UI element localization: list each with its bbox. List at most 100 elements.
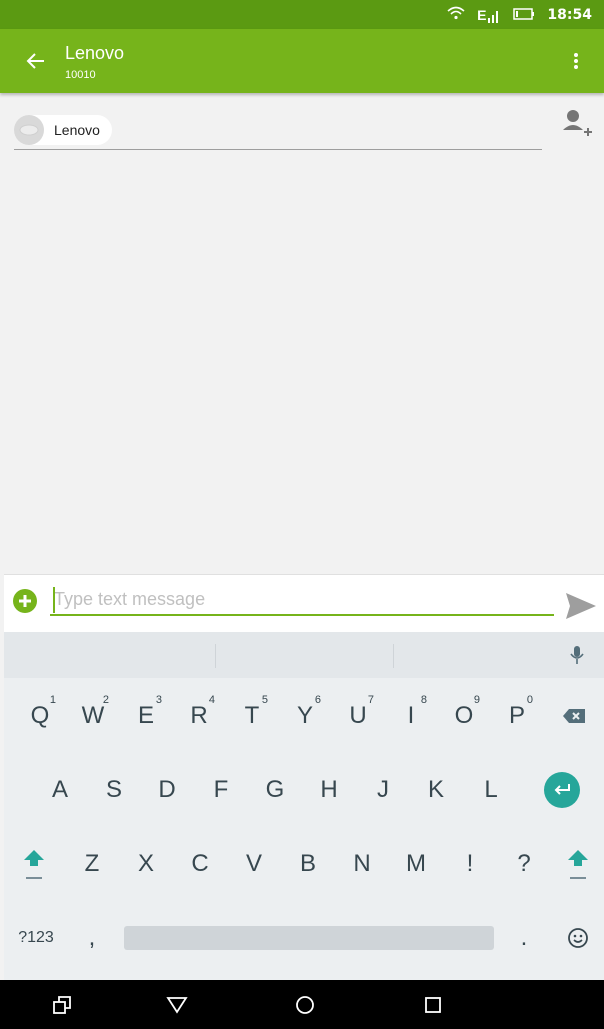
arrow-left-icon [26, 53, 44, 69]
voice-input-button[interactable] [566, 644, 588, 666]
battery-icon [513, 7, 535, 23]
key-label: W [81, 702, 105, 729]
key-r[interactable]: R4 [173, 688, 225, 744]
network-type-label: E [477, 6, 487, 23]
key-hint: 0 [526, 694, 533, 706]
key-hint: 8 [420, 694, 427, 706]
overview-square-icon [425, 996, 441, 1013]
conversation-title: Lenovo [65, 43, 125, 63]
key-w[interactable]: W2 [67, 688, 119, 744]
overflow-menu-button[interactable] [564, 49, 588, 73]
recent-apps-icon [53, 995, 71, 1014]
key-l[interactable]: L [465, 762, 517, 818]
key-hint: 1 [49, 694, 56, 706]
key-hint: 5 [261, 694, 268, 706]
emoji-icon [568, 928, 588, 948]
add-person-icon [563, 110, 592, 136]
key-m[interactable]: M [390, 836, 442, 892]
key-comma[interactable]: , [68, 910, 116, 966]
key-g[interactable]: G [249, 762, 301, 818]
add-recipient-button[interactable] [560, 106, 594, 140]
key-hint: 4 [208, 694, 215, 706]
key-label: U [349, 702, 367, 729]
symbols-key[interactable]: ?123 [8, 910, 64, 966]
avatar [14, 115, 44, 145]
signal-icon: E [477, 7, 501, 23]
key-hint: 3 [155, 694, 162, 706]
compose-bar [4, 574, 604, 633]
wifi-icon [447, 6, 465, 23]
shift-key-right[interactable] [552, 836, 604, 892]
shift-key-left[interactable] [8, 836, 60, 892]
key-label: O [454, 702, 474, 729]
backspace-key[interactable] [548, 688, 600, 744]
key-label: I [407, 702, 415, 729]
key-b[interactable]: B [282, 836, 334, 892]
back-triangle-icon [166, 996, 188, 1014]
conversation-subtitle: 10010 [65, 69, 96, 81]
recipient-field[interactable]: Lenovo [14, 113, 542, 150]
key-n[interactable]: N [336, 836, 388, 892]
enter-icon [544, 772, 580, 808]
key-v[interactable]: V [228, 836, 280, 892]
key-hint: 2 [102, 694, 109, 706]
key-s[interactable]: S [88, 762, 140, 818]
key-c[interactable]: C [174, 836, 226, 892]
key-h[interactable]: H [303, 762, 355, 818]
emoji-key[interactable] [552, 910, 604, 966]
key-label: P [508, 702, 525, 729]
recipient-chip-label: Lenovo [54, 122, 100, 138]
suggestion-divider [393, 644, 394, 668]
app-bar: Lenovo 10010 [0, 29, 604, 93]
key-t[interactable]: T5 [226, 688, 278, 744]
nav-home-button[interactable] [280, 980, 330, 1029]
add-circle-icon [13, 589, 37, 613]
key-d[interactable]: D [141, 762, 193, 818]
nav-back-button[interactable] [152, 980, 202, 1029]
key-q[interactable]: Q1 [14, 688, 66, 744]
key-hint: 9 [473, 694, 480, 706]
key-o[interactable]: O9 [438, 688, 490, 744]
recent-apps-button[interactable] [37, 980, 87, 1029]
attach-button[interactable] [13, 589, 37, 613]
key-z[interactable]: Z [66, 836, 118, 892]
status-time: 18:54 [547, 6, 592, 23]
key-hint: 7 [367, 694, 374, 706]
suggestion-divider [215, 644, 216, 668]
key-f[interactable]: F [195, 762, 247, 818]
status-bar: E 18:54 [0, 0, 604, 29]
suggestion-strip [4, 632, 604, 678]
key-e[interactable]: E3 [120, 688, 172, 744]
key-u[interactable]: U7 [332, 688, 384, 744]
key-label: Q [30, 702, 50, 729]
backspace-icon [563, 709, 585, 723]
nav-overview-button[interactable] [408, 980, 458, 1029]
shift-icon [24, 850, 44, 879]
key-label: E [137, 702, 154, 729]
enter-key[interactable] [536, 762, 588, 818]
status-icons: E 18:54 [447, 0, 592, 29]
key-p[interactable]: P0 [491, 688, 543, 744]
key-label: Y [296, 702, 313, 729]
key-j[interactable]: J [357, 762, 409, 818]
key-x[interactable]: X [120, 836, 172, 892]
key-a[interactable]: A [34, 762, 86, 818]
key-label: R [190, 702, 208, 729]
key-exclamation[interactable]: ! [444, 836, 496, 892]
send-button[interactable] [565, 592, 599, 622]
key-i[interactable]: I8 [385, 688, 437, 744]
recipient-chip[interactable]: Lenovo [14, 115, 112, 145]
message-input[interactable] [50, 584, 554, 616]
space-key[interactable] [124, 926, 494, 950]
key-hint: 6 [314, 694, 321, 706]
key-period[interactable]: . [500, 910, 548, 966]
home-circle-icon [296, 995, 314, 1014]
text-cursor [53, 587, 55, 613]
back-button[interactable] [18, 43, 54, 79]
key-label: T [244, 702, 260, 729]
key-question[interactable]: ? [498, 836, 550, 892]
key-y[interactable]: Y6 [279, 688, 331, 744]
shift-icon [568, 850, 588, 879]
key-k[interactable]: K [410, 762, 462, 818]
send-icon [566, 593, 596, 619]
